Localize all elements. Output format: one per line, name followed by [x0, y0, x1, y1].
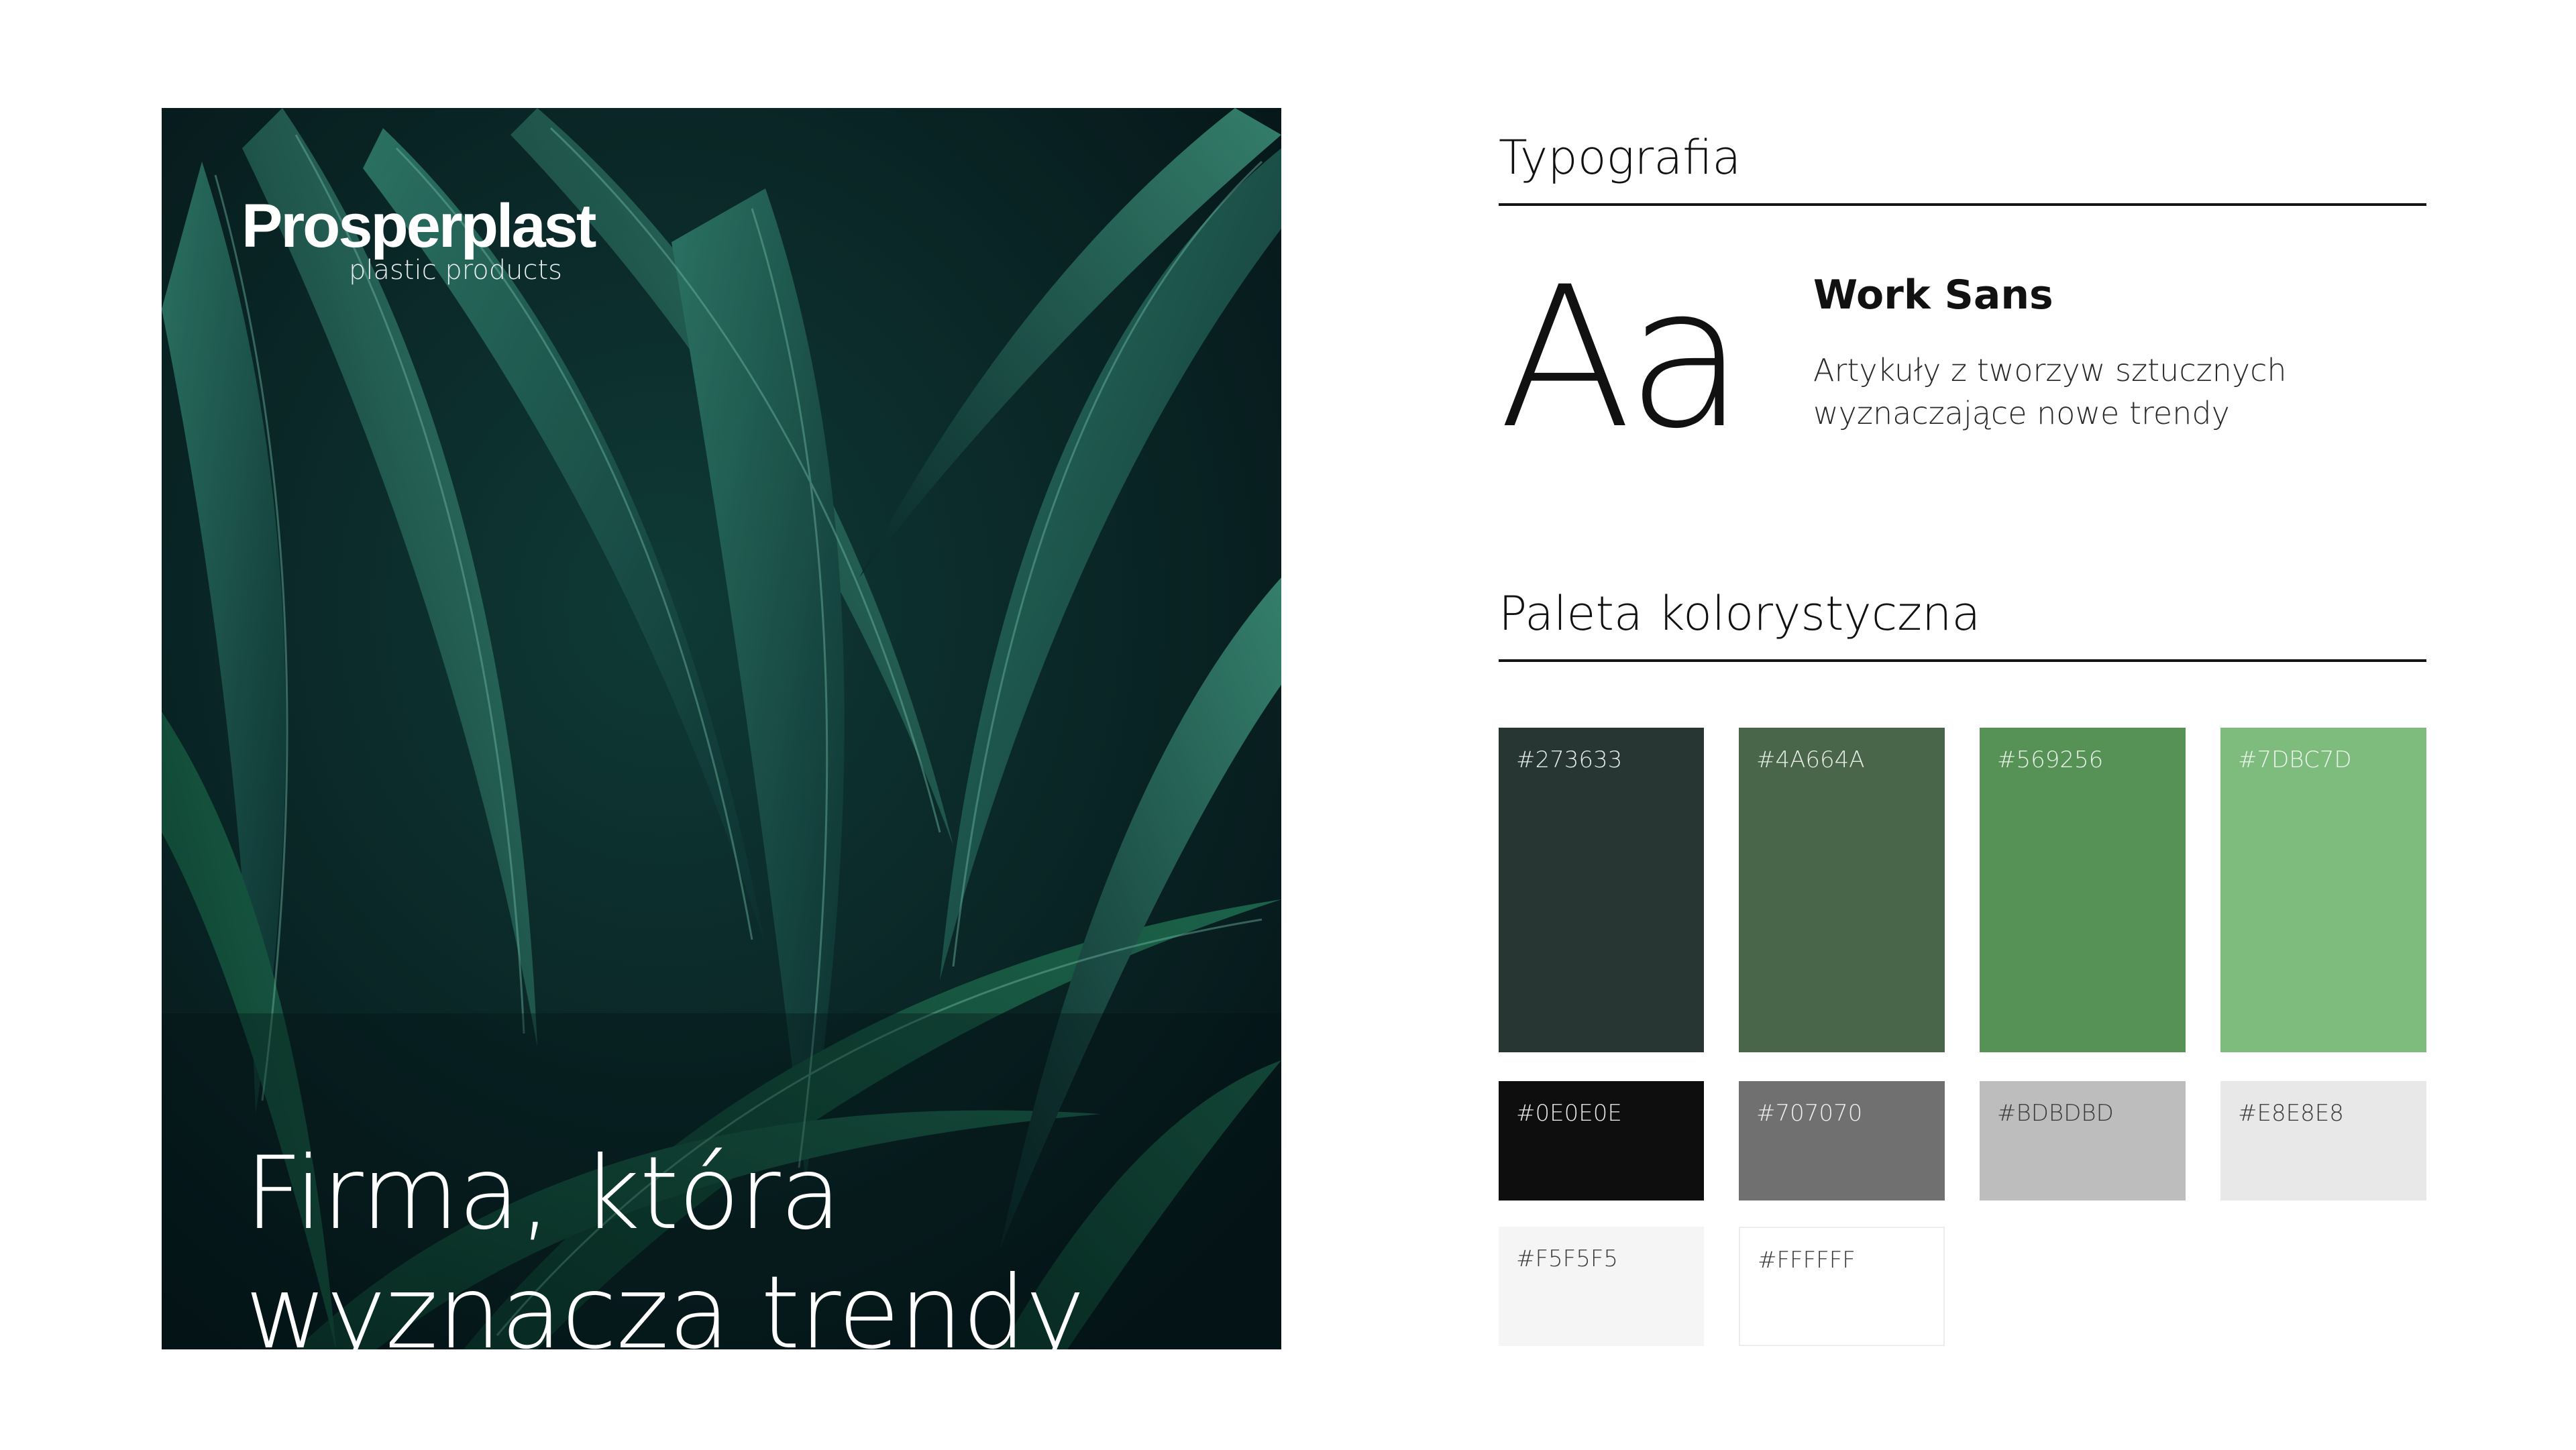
typography-title: Typografia	[1499, 130, 1741, 185]
hero-headline: Firma, która wyznacza trendy	[245, 1134, 1251, 1349]
color-swatch: #569256	[1980, 728, 2186, 1052]
color-swatch: #273633	[1499, 728, 1704, 1052]
swatch-code: #707070	[1756, 1100, 1863, 1127]
color-swatch: #E8E8E8	[2220, 1081, 2426, 1201]
color-swatch: #BDBDBD	[1980, 1081, 2186, 1201]
typography-divider	[1499, 203, 2426, 206]
font-specimen: Aa	[1499, 245, 1746, 471]
hero-image-panel: Prosperplast plastic products Firma, któ…	[162, 108, 1281, 1349]
swatch-code: #FFFFFF	[1758, 1247, 1856, 1274]
hero-headline-line-2: wyznacza trendy	[245, 1255, 1085, 1349]
swatch-code: #7DBC7D	[2238, 746, 2352, 773]
font-description-line-1: Artykuły z tworzyw sztucznych	[1813, 352, 2287, 388]
brand-board: Prosperplast plastic products Firma, któ…	[0, 0, 2576, 1450]
color-swatch: #7DBC7D	[2220, 728, 2426, 1052]
swatch-code: #0E0E0E	[1516, 1100, 1622, 1127]
font-description: Artykuły z tworzyw sztucznych wyznaczają…	[1813, 349, 2417, 435]
logo-wordmark: Prosperplast	[241, 192, 596, 260]
swatch-code: #4A664A	[1756, 746, 1865, 773]
color-swatch: #FFFFFF	[1739, 1227, 1945, 1346]
color-swatch: #0E0E0E	[1499, 1081, 1704, 1201]
hero-headline-line-1: Firma, która	[245, 1135, 842, 1252]
prosperplast-logo: Prosperplast plastic products	[241, 192, 596, 285]
swatch-code: #BDBDBD	[1997, 1100, 2114, 1127]
color-swatch: #707070	[1739, 1081, 1945, 1201]
font-name: Work Sans	[1813, 272, 2053, 319]
swatch-code: #E8E8E8	[2238, 1100, 2344, 1127]
swatch-code: #273633	[1516, 746, 1623, 773]
font-description-line-2: wyznaczające nowe trendy	[1813, 395, 2230, 431]
palette-divider	[1499, 659, 2426, 662]
color-swatch: #4A664A	[1739, 728, 1945, 1052]
palette-title: Paleta kolorystyczna	[1499, 586, 1981, 641]
color-swatch: #F5F5F5	[1499, 1227, 1704, 1346]
swatch-code: #569256	[1997, 746, 2104, 773]
swatch-code: #F5F5F5	[1516, 1245, 1619, 1272]
